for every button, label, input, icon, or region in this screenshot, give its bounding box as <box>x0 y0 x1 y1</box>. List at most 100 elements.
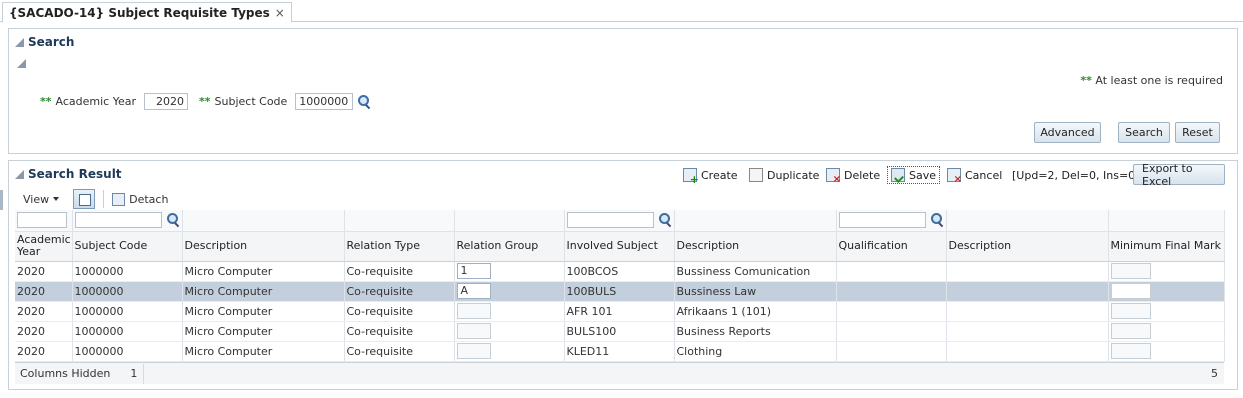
export-to-excel-button[interactable]: Export to Excel <box>1133 162 1225 188</box>
search-icon[interactable] <box>357 94 371 109</box>
cell-qualification <box>836 321 947 342</box>
cell-qualification <box>836 341 947 362</box>
academic-year-input[interactable]: 2020 <box>144 93 188 110</box>
minimum-final-mark-input[interactable] <box>1110 323 1151 339</box>
query-by-example-icon[interactable] <box>73 189 96 209</box>
minimum-final-mark-input[interactable] <box>1110 283 1151 299</box>
cancel-button[interactable]: Cancel <box>947 166 1002 185</box>
table-row[interactable]: 2020 1000000 Micro Computer Co-requisite… <box>15 321 1225 342</box>
column-header-involved-subject[interactable]: Involved Subject <box>564 231 675 262</box>
subject-code-input[interactable]: 1000000 <box>295 93 354 110</box>
close-icon[interactable]: × <box>275 6 285 20</box>
delete-button[interactable]: Delete <box>826 166 880 185</box>
detach-icon <box>112 192 126 206</box>
relation-group-input[interactable]: 1 <box>456 263 491 279</box>
create-label: Create <box>701 168 738 182</box>
cell-qualification-description <box>946 261 1109 282</box>
required-note-text: At least one is required <box>1095 74 1223 87</box>
search-result-panel: Search Result Create Duplicate Delete Sa… <box>8 160 1238 390</box>
row-count: 5 <box>1211 367 1218 380</box>
create-icon <box>683 168 699 186</box>
column-header-relation-type[interactable]: Relation Type <box>344 231 455 262</box>
delete-icon <box>826 168 841 185</box>
required-marker: ** <box>1080 74 1092 87</box>
search-panel-header[interactable]: Search <box>15 35 74 49</box>
filter-cell <box>15 210 73 232</box>
view-label: View <box>23 192 50 206</box>
filter-cell <box>454 210 565 232</box>
cell-minimum-final-mark <box>1108 281 1225 302</box>
cell-relation-group: A <box>454 281 565 302</box>
relation-group-input[interactable] <box>456 323 491 339</box>
duplicate-button[interactable]: Duplicate <box>749 166 819 184</box>
cell-involved-description: Afrikaans 1 (101) <box>674 301 837 322</box>
academic-year-label: Academic Year <box>55 95 136 108</box>
search-panel-title: Search <box>28 35 75 49</box>
minimum-final-mark-input[interactable] <box>1110 343 1151 359</box>
filter-qualification-input[interactable] <box>838 212 926 229</box>
column-header-qualification-description[interactable]: Description <box>946 231 1109 262</box>
minimum-final-mark-input[interactable] <box>1110 303 1151 319</box>
cell-relation-group: 1 <box>454 261 565 282</box>
disclosure-triangle-icon[interactable] <box>17 59 26 68</box>
cell-relation-group <box>454 341 565 362</box>
view-menu[interactable]: View <box>15 193 67 206</box>
required-marker: ** <box>40 95 52 108</box>
save-button[interactable]: Save <box>887 166 941 184</box>
cell-qualification-description <box>946 281 1109 302</box>
table-row[interactable]: 2020 1000000 Micro Computer Co-requisite… <box>15 261 1225 282</box>
search-icon[interactable] <box>658 213 672 227</box>
column-header-involved-description[interactable]: Description <box>674 231 837 262</box>
result-panel-title: Search Result <box>28 167 122 181</box>
minimum-final-mark-input[interactable] <box>1110 263 1151 279</box>
table-row[interactable]: 2020 1000000 Micro Computer Co-requisite… <box>15 301 1225 322</box>
splitter-handle[interactable] <box>0 190 3 210</box>
tab-title: {SACADO-14} Subject Requisite Types <box>9 5 270 20</box>
cell-involved-subject: KLED11 <box>564 341 675 362</box>
filter-subject-code-input[interactable] <box>74 212 162 229</box>
cell-qualification-description <box>946 301 1109 322</box>
result-panel-header[interactable]: Search Result <box>15 167 122 181</box>
relation-group-input[interactable] <box>456 343 491 359</box>
footer-divider <box>143 363 145 384</box>
relation-group-input[interactable] <box>456 303 491 319</box>
filter-academic-year-input[interactable] <box>17 212 67 229</box>
disclosure-triangle-icon[interactable] <box>15 37 24 47</box>
detach-label: Detach <box>129 192 169 206</box>
column-header-academic-year[interactable]: Academic Year <box>15 231 73 262</box>
columns-hidden-count: 1 <box>130 367 138 380</box>
tab-subject-requisite-types[interactable]: {SACADO-14} Subject Requisite Types × <box>2 2 292 23</box>
detach-button[interactable]: Detach <box>112 192 169 206</box>
filter-involved-subject-input[interactable] <box>566 212 654 229</box>
search-icon[interactable] <box>166 213 180 227</box>
duplicate-label: Duplicate <box>767 168 820 182</box>
column-header-description[interactable]: Description <box>182 231 345 262</box>
column-header-qualification[interactable]: Qualification <box>836 231 947 262</box>
columns-hidden-label: Columns Hidden <box>20 367 111 380</box>
cell-minimum-final-mark <box>1108 341 1225 362</box>
academic-year-field: ** Academic Year 2020 <box>40 93 188 110</box>
cell-description: Micro Computer <box>182 341 345 362</box>
column-header-minimum-final-mark[interactable]: Minimum Final Mark <box>1108 231 1225 262</box>
create-button[interactable]: Create <box>683 166 738 186</box>
column-header-subject-code[interactable]: Subject Code <box>72 231 183 262</box>
search-icon[interactable] <box>930 213 944 227</box>
cell-involved-subject: 100BULS <box>564 281 675 302</box>
required-note: ** At least one is required <box>1080 74 1223 87</box>
change-status: [Upd=2, Del=0, Ins=0] <box>1012 168 1140 182</box>
cell-relation-group <box>454 321 565 342</box>
required-marker: ** <box>199 95 211 108</box>
filter-cell <box>182 210 345 232</box>
disclosure-triangle-icon[interactable] <box>15 169 24 179</box>
table-row[interactable]: 2020 1000000 Micro Computer Co-requisite… <box>15 281 1225 302</box>
relation-group-input[interactable]: A <box>456 283 491 299</box>
filter-cell <box>674 210 837 232</box>
cell-relation-type: Co-requisite <box>344 321 455 342</box>
table-row[interactable]: 2020 1000000 Micro Computer Co-requisite… <box>15 341 1225 362</box>
search-button[interactable]: Search <box>1118 122 1170 143</box>
column-header-relation-group[interactable]: Relation Group <box>454 231 565 262</box>
cell-relation-type: Co-requisite <box>344 301 455 322</box>
reset-button[interactable]: Reset <box>1175 122 1220 143</box>
filter-cell <box>564 210 675 232</box>
advanced-button[interactable]: Advanced <box>1034 122 1101 143</box>
